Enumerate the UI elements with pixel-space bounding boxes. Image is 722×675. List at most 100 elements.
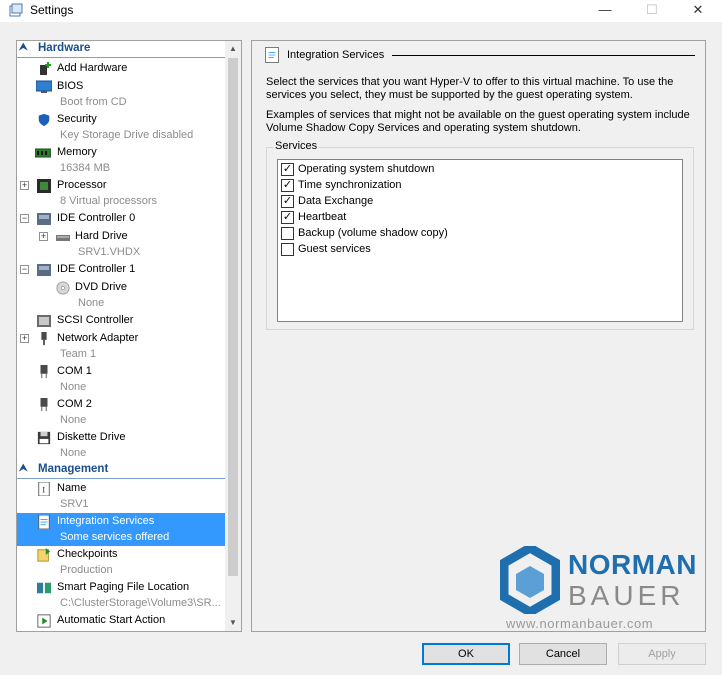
tree-item-label: Hard Drive [75, 230, 128, 242]
tree-item-label: Checkpoints [57, 548, 118, 560]
hardware-section-header[interactable]: ⮝ Hardware [17, 41, 225, 58]
scrollbar-thumb[interactable] [228, 58, 238, 576]
tree-item-label: Add Hardware [57, 62, 128, 74]
examples-text: Examples of services that might not be a… [266, 109, 690, 134]
expand-icon[interactable]: + [20, 181, 29, 190]
expand-icon[interactable]: + [39, 232, 48, 241]
automatic-start-icon [37, 614, 51, 628]
com-port-icon [40, 398, 48, 412]
service-data-exchange[interactable]: ✓ Data Exchange [281, 194, 671, 210]
tree-item-detail: No [60, 630, 74, 631]
services-list[interactable]: ✓ Operating system shutdown ✓ Time synch… [277, 159, 683, 322]
tree-item-security[interactable]: Security Key Storage Drive disabled [17, 111, 227, 144]
tree-item-label: BIOS [57, 80, 84, 92]
tree-item-label: Memory [57, 146, 97, 158]
integration-services-icon [265, 47, 279, 63]
tree-item-add-hardware[interactable]: Add Hardware [17, 60, 227, 78]
cancel-button[interactable]: Cancel [519, 643, 607, 665]
management-section-header[interactable]: ⮝ Management [17, 462, 225, 479]
tree-item-hard-drive[interactable]: + Hard Drive SRV1.VHDX [17, 228, 227, 261]
tree-item-detail: None [60, 381, 87, 393]
checkbox-checked[interactable]: ✓ [281, 195, 294, 208]
tree-item-name[interactable]: I Name SRV1 [17, 480, 227, 513]
collapse-icon: ⮝ [19, 42, 28, 53]
tree-item-detail: SRV1.VHDX [78, 246, 141, 258]
maximize-button[interactable]: ☐ [629, 0, 675, 22]
tree-item-network-adapter[interactable]: + Network Adapter Team 1 [17, 330, 227, 363]
service-time-synchronization[interactable]: ✓ Time synchronization [281, 178, 671, 194]
tree-item-detail: Production [60, 564, 113, 576]
service-heartbeat[interactable]: ✓ Heartbeat [281, 210, 671, 226]
apply-button[interactable]: Apply [618, 643, 706, 665]
integration-services-icon [38, 515, 50, 529]
tree-item-label: IDE Controller 0 [57, 212, 136, 224]
expand-icon[interactable]: + [20, 334, 29, 343]
tree-item-detail: None [78, 297, 105, 309]
tree-item-scsi-controller[interactable]: SCSI Controller [17, 312, 227, 330]
title-divider [392, 55, 695, 56]
integration-services-panel: Integration Services Select the services… [251, 40, 706, 632]
collapse-icon[interactable]: − [20, 214, 29, 223]
tree-item-ide-controller-0[interactable]: − IDE Controller 0 [17, 210, 227, 228]
controller-icon [37, 264, 51, 276]
tree-item-label: COM 1 [57, 365, 92, 377]
tree-item-integration-services[interactable]: Integration Services Some services offer… [17, 513, 227, 546]
name-document-icon: I [38, 482, 50, 496]
tree-item-detail: None [60, 447, 87, 459]
settings-app-icon [9, 3, 23, 17]
ok-button[interactable]: OK [422, 643, 510, 665]
tree-item-detail: Some services offered [60, 531, 170, 543]
tree-item-checkpoints[interactable]: Checkpoints Production [17, 546, 227, 579]
hard-drive-icon [56, 235, 70, 241]
service-guest-services[interactable]: Guest services [281, 242, 671, 258]
service-label: Operating system shutdown [298, 163, 435, 175]
tree-item-dvd-drive[interactable]: DVD Drive None [17, 279, 227, 312]
shield-icon [38, 113, 50, 127]
panel-title: Integration Services [287, 49, 385, 61]
settings-tree[interactable]: ⮝ Hardware Add Hardware BIOS Boot from C… [16, 40, 242, 632]
watermark: NORMAN BAUER www.normanbauer.com [500, 546, 700, 636]
tree-item-detail: C:\ClusterStorage\Volume3\SR... [60, 597, 221, 609]
tree-item-smart-paging[interactable]: Smart Paging File Location C:\ClusterSto… [17, 579, 227, 612]
tree-item-processor[interactable]: + Processor 8 Virtual processors [17, 177, 227, 210]
tree-item-diskette-drive[interactable]: Diskette Drive None [17, 429, 227, 462]
title-bar: Settings — ☐ ✕ [0, 0, 722, 22]
services-label: Services [273, 140, 320, 152]
collapse-icon[interactable]: − [20, 265, 29, 274]
checkbox-checked[interactable]: ✓ [281, 211, 294, 224]
window-title: Settings [30, 3, 74, 17]
tree-item-automatic-start-action[interactable]: Automatic Start Action No [17, 612, 227, 631]
tree-item-ide-controller-1[interactable]: − IDE Controller 1 [17, 261, 227, 279]
tree-item-com2[interactable]: COM 2 None [17, 396, 227, 429]
scroll-down-arrow-icon[interactable]: ▼ [225, 615, 241, 631]
service-label: Backup (volume shadow copy) [298, 227, 448, 239]
service-operating-system-shutdown[interactable]: ✓ Operating system shutdown [281, 162, 671, 178]
tree-item-label: Diskette Drive [57, 431, 126, 443]
checkbox-checked[interactable]: ✓ [281, 163, 294, 176]
service-label: Data Exchange [298, 195, 374, 207]
tree-item-label: Smart Paging File Location [57, 581, 190, 593]
tree-scrollbar[interactable]: ▲ ▼ [225, 41, 241, 631]
checkbox-checked[interactable]: ✓ [281, 179, 294, 192]
norman-bauer-logo-icon [500, 546, 560, 614]
tree-item-detail: 8 Virtual processors [60, 195, 158, 207]
tree-item-label: Integration Services [57, 515, 155, 527]
tree-item-com1[interactable]: COM 1 None [17, 363, 227, 396]
tree-item-memory[interactable]: Memory 16384 MB [17, 144, 227, 177]
tree-item-detail: None [60, 414, 87, 426]
service-label: Heartbeat [298, 211, 347, 223]
close-button[interactable]: ✕ [675, 0, 721, 22]
tree-item-detail: Team 1 [60, 348, 97, 360]
tree-item-label: DVD Drive [75, 281, 127, 293]
memory-chip-icon [35, 148, 51, 158]
hardware-header-label: Hardware [38, 42, 91, 54]
tree-item-label: SCSI Controller [57, 314, 134, 326]
scroll-up-arrow-icon[interactable]: ▲ [225, 41, 241, 57]
tree-item-bios[interactable]: BIOS Boot from CD [17, 78, 227, 111]
minimize-button[interactable]: — [582, 0, 628, 22]
checkbox-unchecked[interactable] [281, 227, 294, 240]
tree-item-label: COM 2 [57, 398, 92, 410]
service-label: Guest services [298, 243, 371, 255]
service-backup[interactable]: Backup (volume shadow copy) [281, 226, 671, 242]
checkbox-unchecked[interactable] [281, 243, 294, 256]
